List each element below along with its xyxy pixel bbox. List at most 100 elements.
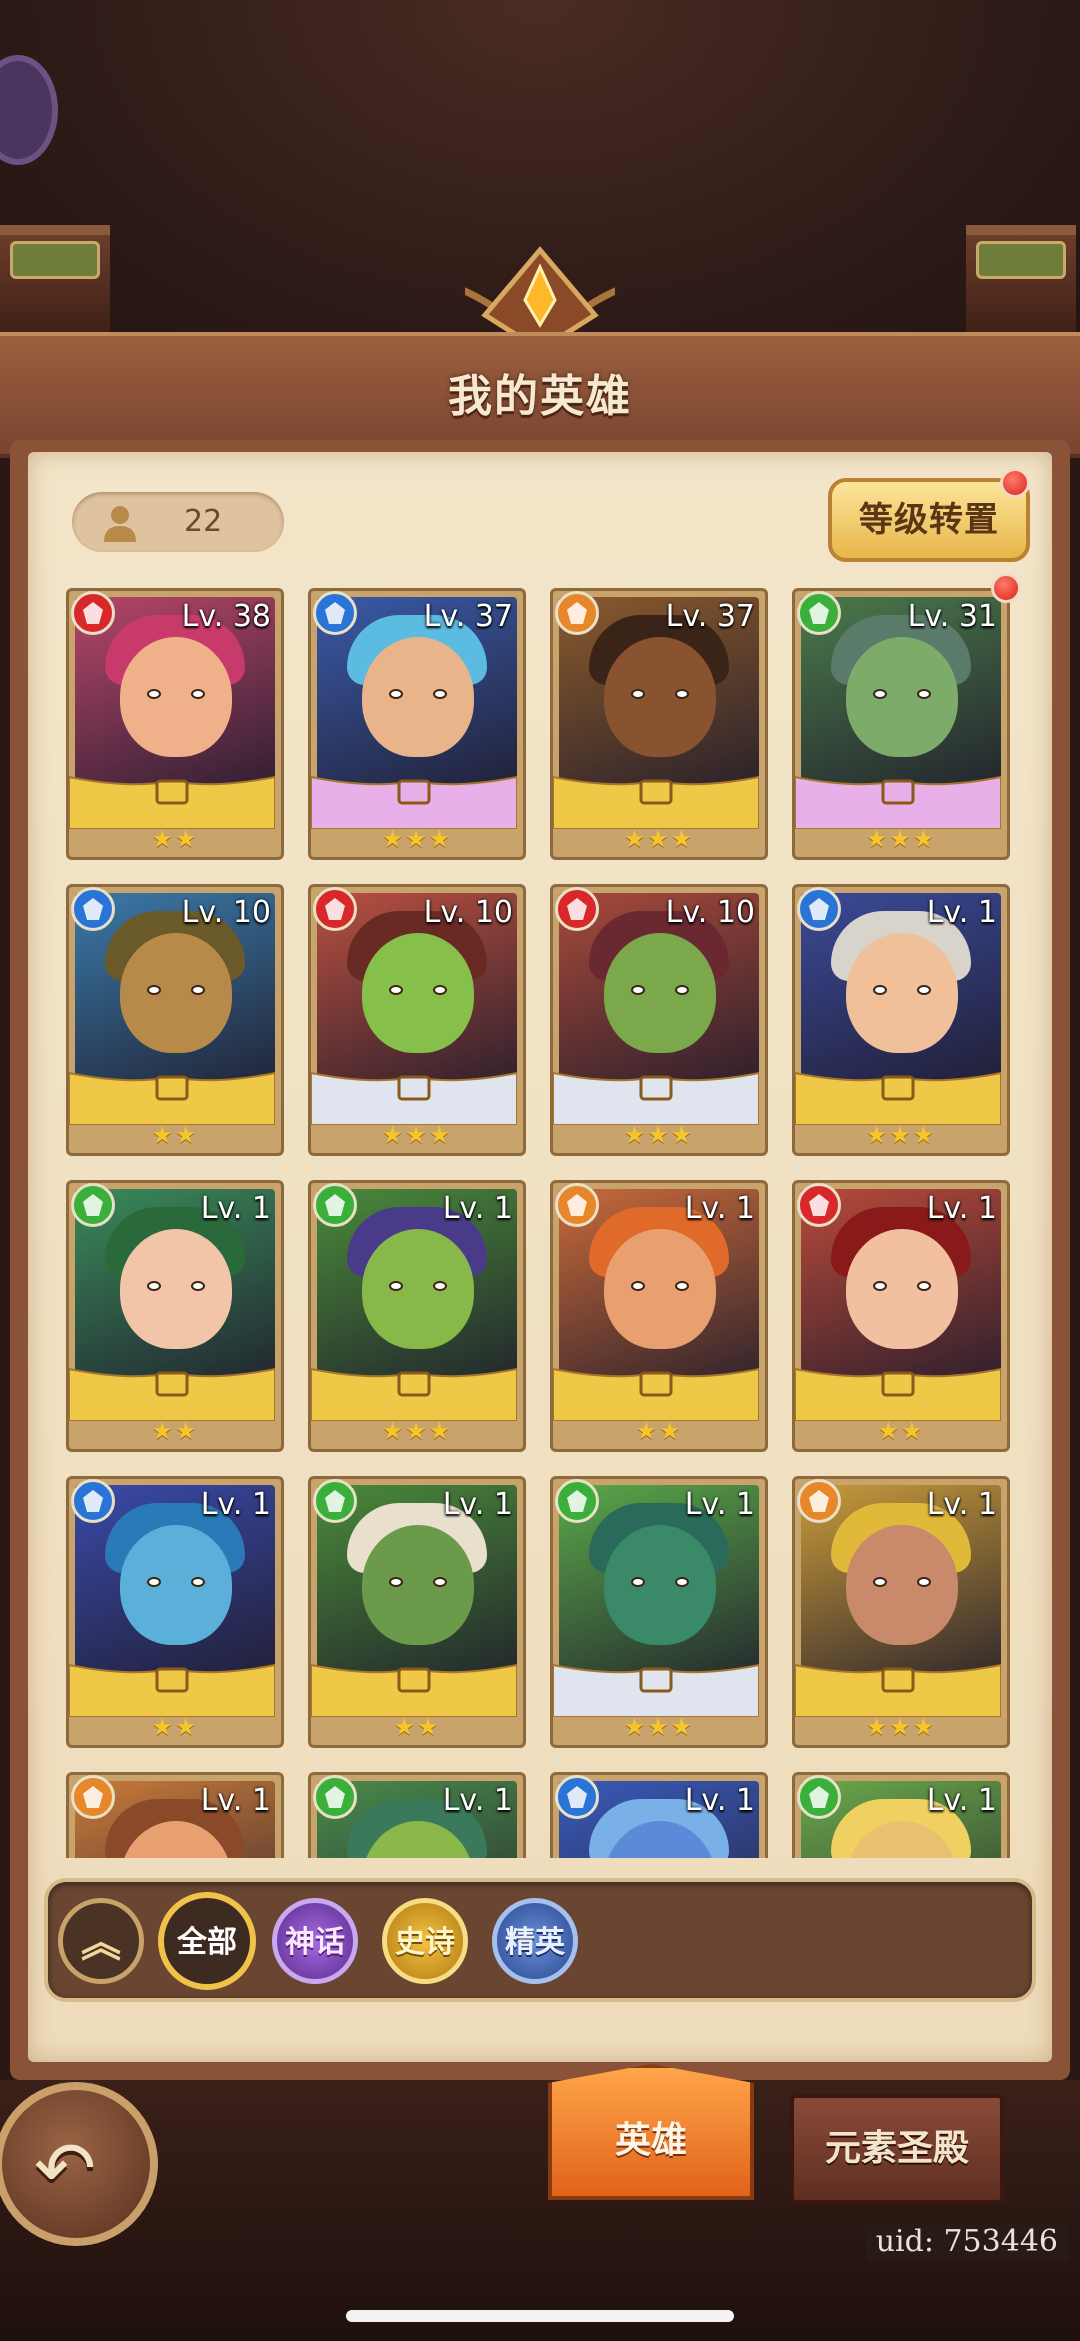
hero-level: Lv. 1 (684, 1191, 755, 1226)
rarity-wing-icon (311, 1663, 517, 1717)
hero-eye (191, 985, 205, 995)
rarity-wing-icon (553, 1663, 759, 1717)
hero-level: Lv. 1 (684, 1783, 755, 1818)
hero-card[interactable]: ★★ Lv. 38 (66, 588, 284, 860)
hero-face (362, 933, 474, 1053)
hero-card[interactable]: ★★Lv. 1 (550, 1772, 768, 1858)
chevron-double-up-icon: ︽ (81, 1920, 121, 1966)
hero-level: Lv. 1 (926, 1783, 997, 1818)
element-fire-icon (797, 1183, 841, 1227)
hero-eye (675, 1577, 689, 1587)
element-wind-icon (797, 1775, 841, 1819)
hero-card[interactable]: ★★★ Lv. 31 (792, 588, 1010, 860)
filter-mythic-button[interactable]: 神话 (272, 1898, 358, 1984)
hero-eye (433, 1281, 447, 1291)
hero-card[interactable]: ★★★ Lv. 10 (550, 884, 768, 1156)
back-button[interactable]: ↶ (0, 2082, 158, 2246)
hero-face (604, 933, 716, 1053)
hero-face (362, 637, 474, 757)
element-water-icon (555, 1775, 599, 1819)
hero-face (120, 933, 232, 1053)
hero-card[interactable]: ★★Lv. 1 (66, 1476, 284, 1748)
hero-count-badge: 22 (72, 492, 284, 552)
hero-face (604, 1229, 716, 1349)
hero-eye (917, 985, 931, 995)
hero-eye (917, 1281, 931, 1291)
element-fire-icon (71, 591, 115, 635)
hero-face (604, 637, 716, 757)
hero-card[interactable]: ★★Lv. 1 (66, 1180, 284, 1452)
element-light-icon (555, 591, 599, 635)
filter-all-button[interactable]: 全部 (158, 1892, 256, 1990)
hero-eye (147, 689, 161, 699)
hero-card[interactable]: ★★Lv. 1 (308, 1476, 526, 1748)
hero-card[interactable]: ★★★ Lv. 1 (792, 1476, 1010, 1748)
hero-face (120, 1525, 232, 1645)
hero-grid: ★★ Lv. 38 ★★★ Lv. 37 ★★★ Lv. 37 ★★★ Lv. 31 ★★ Lv.… (60, 584, 1020, 1858)
hero-eye (191, 689, 205, 699)
hero-level: Lv. 1 (442, 1783, 513, 1818)
hero-face (846, 637, 958, 757)
element-water-icon (313, 591, 357, 635)
hero-face (120, 637, 232, 757)
hero-level: Lv. 1 (684, 1487, 755, 1522)
collapse-filter-button[interactable]: ︽ (58, 1898, 144, 1984)
hero-face (604, 1525, 716, 1645)
rarity-wing-icon (553, 1367, 759, 1421)
hero-stars: ★★ (393, 1713, 441, 1741)
hero-stars: ★★ (151, 1121, 199, 1149)
hero-eye (873, 985, 887, 995)
tab-heroes[interactable]: 英雄 (548, 2064, 754, 2200)
hero-eye (389, 689, 403, 699)
hero-card[interactable]: ★★ Lv. 10 (66, 884, 284, 1156)
rarity-wing-icon (69, 1071, 275, 1125)
hero-level: Lv. 1 (442, 1191, 513, 1226)
hero-eye (389, 1577, 403, 1587)
hero-card[interactable]: ★★★ Lv. 37 (308, 588, 526, 860)
hero-eye (631, 1281, 645, 1291)
hero-eye (873, 1281, 887, 1291)
element-light-icon (555, 1183, 599, 1227)
hero-stars: ★★★ (865, 1713, 937, 1741)
filter-epic-button[interactable]: 史诗 (382, 1898, 468, 1984)
element-wind-icon (313, 1183, 357, 1227)
hero-eye (147, 985, 161, 995)
rarity-wing-icon (311, 1367, 517, 1421)
hero-card[interactable]: ★★★ Lv. 37 (550, 588, 768, 860)
hero-eye (433, 1577, 447, 1587)
hero-card[interactable]: ★★★ Lv. 1 (308, 1180, 526, 1452)
rarity-wing-icon (69, 775, 275, 829)
notification-dot (991, 573, 1021, 603)
home-indicator[interactable] (346, 2310, 734, 2322)
hero-level: Lv. 1 (200, 1191, 271, 1226)
hero-level: Lv. 1 (926, 895, 997, 930)
hero-card[interactable]: ★★Lv. 1 (308, 1772, 526, 1858)
element-fire-icon (555, 887, 599, 931)
hero-card[interactable]: ★★Lv. 1 (66, 1772, 284, 1858)
hero-level: Lv. 1 (926, 1191, 997, 1226)
hero-level: Lv. 38 (181, 599, 271, 634)
hero-eye (917, 1577, 931, 1587)
element-wind-icon (797, 591, 841, 635)
hero-level: Lv. 10 (665, 895, 755, 930)
hero-level: Lv. 10 (181, 895, 271, 930)
hero-face (846, 1229, 958, 1349)
hero-stars: ★★★ (865, 1121, 937, 1149)
hero-card[interactable]: ★★★ Lv. 1 (792, 884, 1010, 1156)
rarity-wing-icon (795, 1663, 1001, 1717)
notification-dot (1000, 468, 1030, 498)
element-wind-icon (71, 1183, 115, 1227)
hero-stars: ★★★ (381, 1417, 453, 1445)
tab-element-temple[interactable]: 元素圣殿 (790, 2094, 1004, 2204)
level-reset-button[interactable]: 等级转置 (828, 478, 1030, 562)
element-wind-icon (313, 1775, 357, 1819)
right-pillar (966, 225, 1076, 335)
hero-card[interactable]: ★★★ Lv. 1 (550, 1476, 768, 1748)
hero-card[interactable]: ★★★ Lv. 10 (308, 884, 526, 1156)
hero-card[interactable]: ★★Lv. 1 (550, 1180, 768, 1452)
rarity-wing-icon (795, 1071, 1001, 1125)
hero-card[interactable]: ★★Lv. 1 (792, 1772, 1010, 1858)
element-light-icon (71, 1775, 115, 1819)
hero-card[interactable]: ★★Lv. 1 (792, 1180, 1010, 1452)
filter-elite-button[interactable]: 精英 (492, 1898, 578, 1984)
